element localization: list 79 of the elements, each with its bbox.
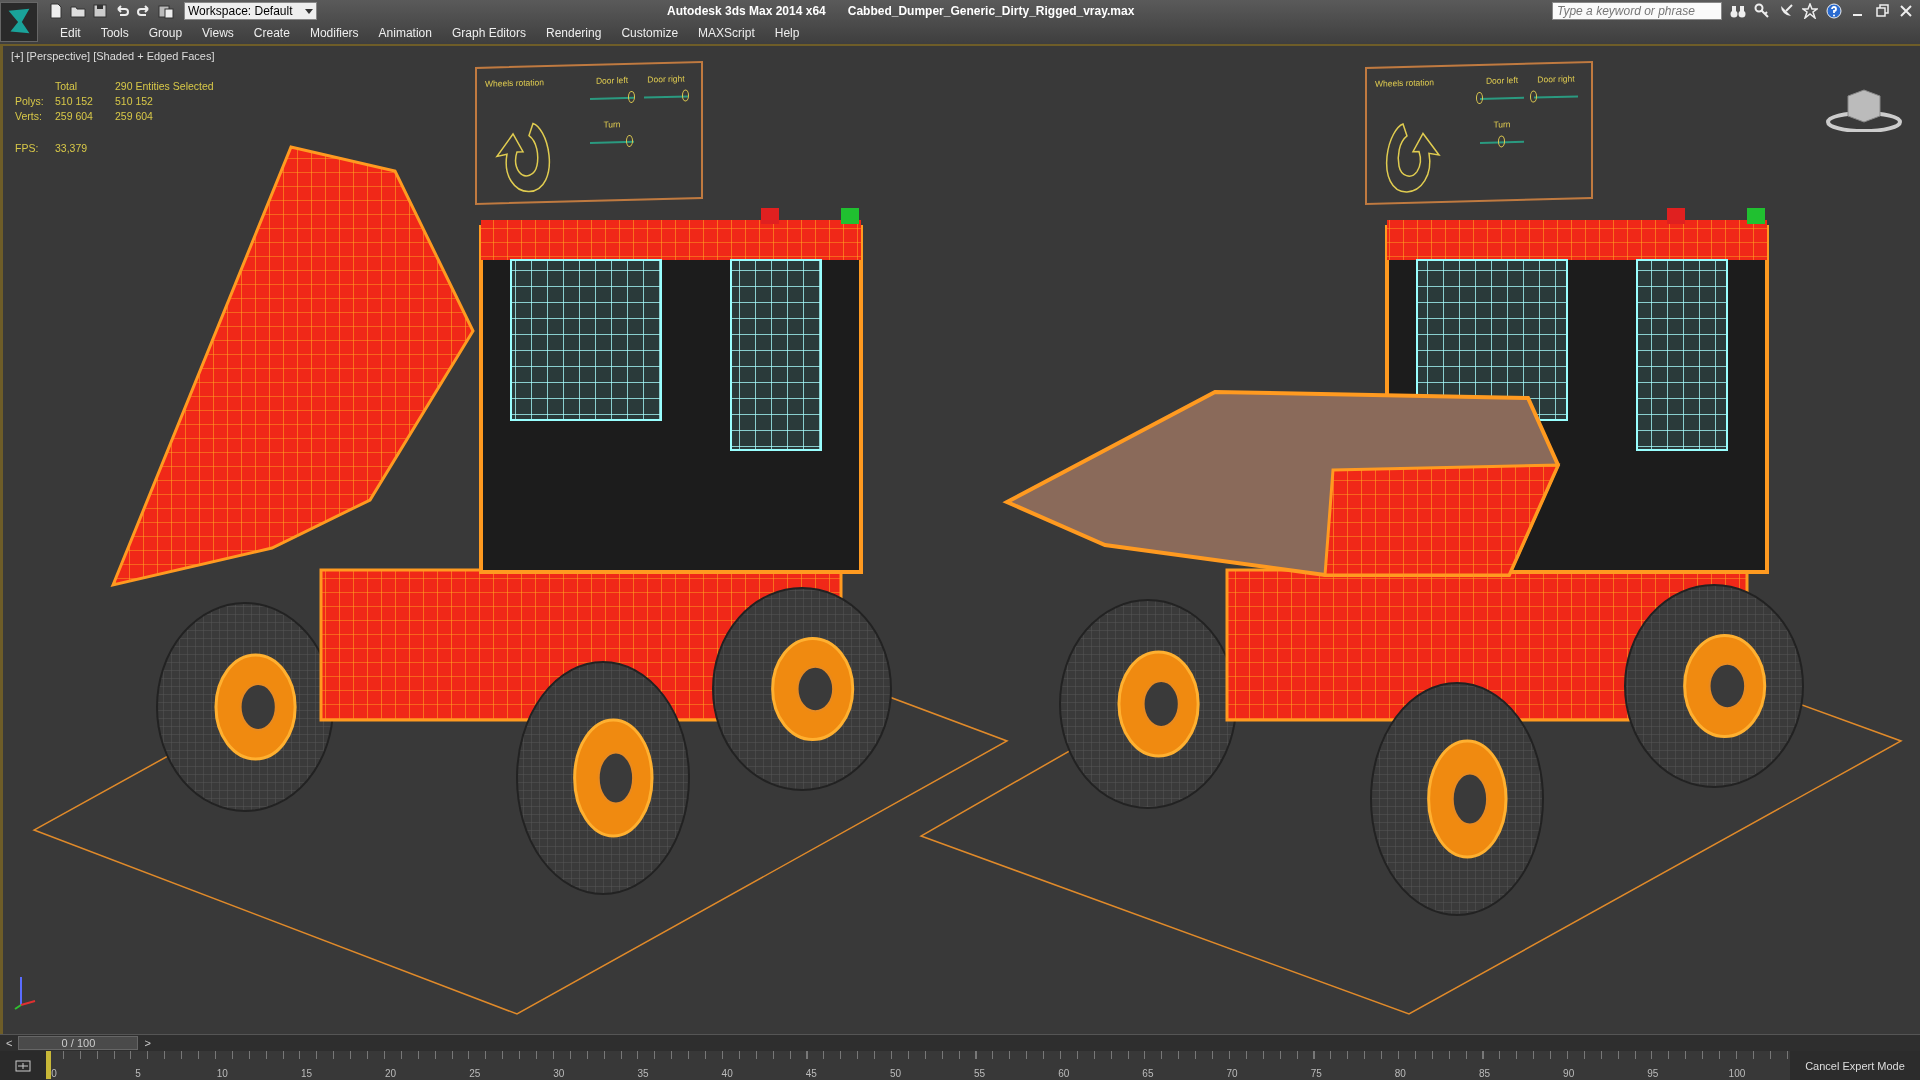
frame-tick-label: 40	[721, 1068, 733, 1079]
restore-icon[interactable]	[1874, 3, 1890, 19]
slider-label: Door left	[595, 75, 629, 86]
menu-item[interactable]: MAXScript	[688, 26, 765, 40]
menu-item[interactable]: Graph Editors	[441, 26, 536, 40]
menu-item[interactable]: Edit	[50, 26, 91, 40]
menu-item[interactable]: Customize	[611, 26, 689, 40]
new-file-icon[interactable]	[48, 3, 64, 19]
undo-icon[interactable]	[114, 3, 130, 19]
stats-value: 510 152	[55, 95, 94, 107]
viewport-label[interactable]: [Shaded + Edged Faces]	[93, 50, 215, 62]
search-field[interactable]: Type a keyword or phrase	[1552, 2, 1722, 20]
frame-tick-label: 5	[135, 1068, 141, 1079]
workspace-dropdown[interactable]: Workspace: Default	[184, 2, 317, 20]
frame-tick-label: 25	[469, 1068, 481, 1079]
file-name: Cabbed_Dumper_Generic_Dirty_Rigged_vray.max	[847, 4, 1135, 18]
stats-header: Total	[55, 80, 79, 92]
next-frame-button[interactable]: >	[138, 1037, 157, 1049]
frame-tick-label: 60	[1058, 1068, 1070, 1079]
menu-item[interactable]: Views	[192, 26, 244, 40]
menu-item[interactable]: Rendering	[536, 26, 612, 40]
current-frame-marker[interactable]	[46, 1051, 51, 1079]
slider-label: Turn	[1493, 119, 1511, 130]
frame-tick-label: 90	[1563, 1068, 1575, 1079]
satellite-icon[interactable]	[1778, 3, 1794, 19]
frame-tick-label: 85	[1478, 1068, 1491, 1079]
stats-value: 33,379	[55, 142, 89, 154]
menu-item[interactable]: Modifiers	[299, 26, 369, 40]
stats-value: 259 604	[55, 110, 94, 122]
menu-item[interactable]: Group	[138, 26, 193, 40]
frame-tick-label: 65	[1142, 1068, 1154, 1079]
key-icon[interactable]	[1754, 3, 1770, 19]
stats-label: Verts:	[15, 110, 43, 122]
project-folder-icon[interactable]	[158, 3, 174, 19]
menu-item[interactable]: Tools	[90, 26, 139, 40]
stats-label: FPS:	[15, 142, 40, 154]
menu-item[interactable]: Help	[764, 26, 810, 40]
star-icon[interactable]	[1802, 3, 1818, 19]
slider-label: Door right	[1537, 73, 1575, 85]
app-logo-icon[interactable]	[0, 2, 38, 42]
viewport-label[interactable]: [Perspective]	[26, 50, 91, 62]
frame-tick-label: 100	[1728, 1068, 1746, 1079]
viewport-label[interactable]: [+]	[11, 50, 24, 62]
frame-tick-label: 75	[1310, 1068, 1322, 1079]
help-icon[interactable]	[1826, 3, 1842, 19]
frame-tick-label: 15	[300, 1068, 312, 1079]
app-title: Autodesk 3ds Max 2014 x64	[667, 4, 826, 18]
panel-title: Wheels rotation	[1375, 76, 1436, 91]
binoculars-icon[interactable]	[1730, 3, 1746, 19]
frame-tick-label: 70	[1226, 1068, 1238, 1079]
redo-icon[interactable]	[136, 3, 152, 19]
key-mode-icon[interactable]	[15, 1058, 31, 1074]
frame-tick-label: 45	[805, 1068, 817, 1079]
stats-value: 259 604	[115, 110, 154, 122]
slider-label: Door left	[1485, 75, 1519, 86]
caret-icon	[305, 8, 313, 14]
frame-tick-label: 0	[51, 1068, 57, 1079]
close-icon[interactable]	[1898, 3, 1914, 19]
stats-value: 510 152	[115, 95, 154, 107]
frame-tick-label: 55	[974, 1068, 986, 1079]
frame-tick-label: 10	[216, 1068, 228, 1079]
timeline-track[interactable]: 0 5 10 15 20 25 30 35 40 45 50 55 60 65 70 75 80 85 90 95 100	[46, 1051, 1790, 1080]
stats-label: Polys:	[15, 95, 45, 107]
frame-tick-label: 50	[889, 1068, 902, 1079]
menu-item[interactable]: Animation	[368, 26, 442, 40]
save-icon[interactable]	[92, 3, 108, 19]
menu-item[interactable]: Create	[243, 26, 300, 40]
frame-tick-label: 35	[637, 1068, 649, 1079]
panel-title: Wheels rotation	[485, 76, 546, 91]
folder-icon[interactable]	[70, 3, 86, 19]
frame-tick-label: 80	[1394, 1068, 1406, 1079]
frame-tick-label: 30	[553, 1068, 565, 1079]
time-slider-thumb[interactable]: 0 / 100	[18, 1036, 139, 1050]
stats-header: 290 Entities Selected	[115, 80, 214, 92]
slider-label: Door right	[647, 73, 685, 85]
frame-tick-label: 20	[385, 1068, 397, 1079]
frame-tick-label: 95	[1647, 1068, 1659, 1079]
previous-frame-button[interactable]: <	[0, 1037, 19, 1049]
slider-label: Turn	[603, 119, 621, 130]
